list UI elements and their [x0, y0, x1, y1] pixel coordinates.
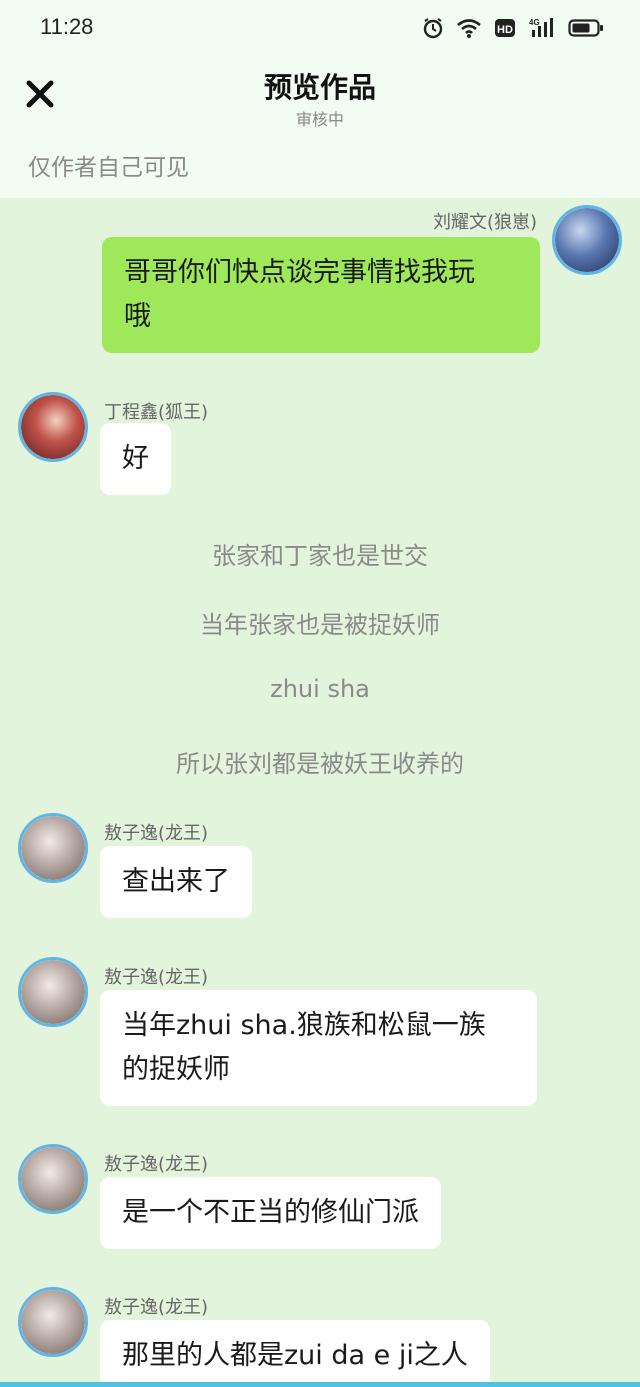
- page-subtitle: 审核中: [295, 110, 344, 129]
- bubble-line: 好: [122, 443, 149, 474]
- avatar[interactable]: [552, 205, 622, 275]
- visibility-note: 仅作者自己可见: [0, 142, 640, 198]
- sender-name: 敖子逸(龙王): [104, 823, 209, 844]
- page-title: 预览作品: [263, 71, 376, 104]
- alarm-icon: [423, 18, 443, 39]
- bubble-line: 那里的人都是zui da e ji之人: [122, 1340, 468, 1371]
- bubble-line: 查出来了: [122, 866, 230, 897]
- avatar[interactable]: [18, 813, 88, 883]
- bubble-line: 的捉妖师: [122, 1054, 230, 1085]
- status-icons: HD 4G: [422, 14, 604, 42]
- sender-name: 敖子逸(龙王): [104, 1154, 209, 1175]
- sender-name: 丁程鑫(狐王): [104, 402, 209, 423]
- sender-name: 敖子逸(龙王): [104, 967, 209, 988]
- narration-text: 张家和丁家也是世交: [212, 542, 428, 570]
- avatar[interactable]: [18, 392, 88, 462]
- chat-bubble: 是一个不正当的修仙门派: [100, 1177, 441, 1249]
- status-time: 11:28: [40, 14, 94, 39]
- preview-page: 11:28 HD 4G 预览作品 审核中 仅作者自己可见 刘耀文(狼崽) 哥哥你…: [0, 0, 640, 1387]
- header: 预览作品 审核中: [0, 56, 640, 142]
- narration-text: zhui sha: [270, 675, 370, 703]
- battery-icon: [568, 19, 603, 37]
- narration-text: 当年张家也是被捉妖师: [200, 611, 440, 639]
- bubble-line: 是一个不正当的修仙门派: [122, 1197, 419, 1228]
- chat-area: 刘耀文(狼崽) 哥哥你们快点谈完事情找我玩 哦 丁程鑫(狐王) 好 张家和丁家也…: [0, 198, 640, 1387]
- chat-bubble: 哥哥你们快点谈完事情找我玩 哦: [102, 237, 540, 353]
- sender-name: 刘耀文(狼崽): [432, 212, 537, 233]
- hd-icon: HD: [495, 19, 515, 37]
- svg-text:4G: 4G: [529, 18, 540, 27]
- avatar[interactable]: [18, 1144, 88, 1214]
- bottom-accent-bar: [0, 1382, 640, 1387]
- chat-bubble: 当年zhui sha.狼族和松鼠一族 的捉妖师: [100, 990, 537, 1106]
- bubble-line: 当年zhui sha.狼族和松鼠一族: [122, 1010, 486, 1041]
- status-bar: 11:28 HD 4G: [0, 0, 640, 56]
- bubble-line: 哥哥你们快点谈完事情找我玩: [124, 257, 475, 288]
- chat-bubble: 好: [100, 423, 171, 495]
- chat-bubble: 那里的人都是zui da e ji之人: [100, 1320, 490, 1387]
- chat-bubble: 查出来了: [100, 846, 252, 918]
- avatar[interactable]: [18, 1287, 88, 1357]
- wifi-icon: [457, 19, 481, 38]
- 4g-signal-icon: 4G: [529, 18, 553, 37]
- narration-text: 所以张刘都是被妖王收养的: [176, 750, 464, 778]
- bubble-line: 哦: [124, 301, 151, 332]
- svg-text:HD: HD: [497, 24, 513, 36]
- avatar[interactable]: [18, 957, 88, 1027]
- sender-name: 敖子逸(龙王): [104, 1297, 209, 1318]
